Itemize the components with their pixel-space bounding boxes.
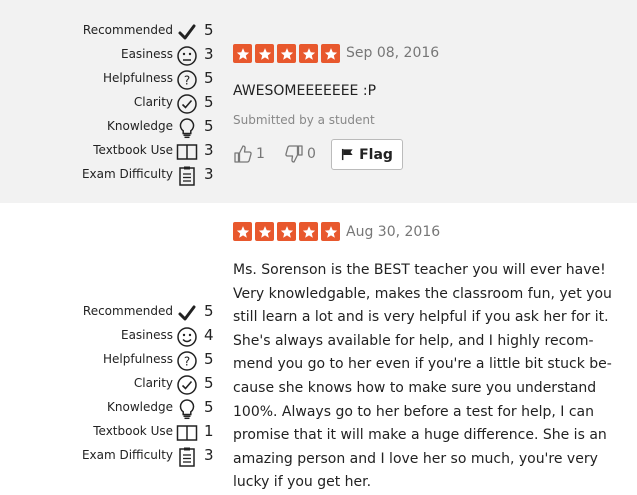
checkmark-icon: [178, 24, 196, 40]
rating-value: 1: [204, 422, 214, 440]
rating-label: Knowledge: [107, 119, 173, 133]
rating-label: Textbook Use: [93, 424, 173, 438]
rating-recommended: Recommended 5: [0, 20, 220, 44]
rating-helpfulness: Helpfulness ? 5: [0, 349, 220, 373]
rating-clarity: Clarity 5: [0, 92, 220, 116]
flag-label: Flag: [359, 146, 393, 163]
svg-text:?: ?: [184, 355, 190, 369]
rating-exam-difficulty: Exam Difficulty 3: [0, 164, 220, 188]
smiley-icon: [177, 327, 197, 347]
rating-textbook-use: Textbook Use 3: [0, 140, 220, 164]
review-card: Recommended 5 Easiness 4 Helpfulness ? 5…: [0, 203, 637, 490]
rating-clarity: Clarity 5: [0, 373, 220, 397]
rating-value: 3: [204, 165, 214, 183]
rating-exam-difficulty: Exam Difficulty 3: [0, 445, 220, 469]
thumbs-up-count: 1: [256, 146, 265, 162]
star-icon: [277, 222, 296, 241]
star-icon: [321, 222, 340, 241]
clipboard-icon: [179, 166, 195, 186]
star-icon: [233, 222, 252, 241]
thumbs-up-button[interactable]: 1: [233, 144, 265, 164]
check-circle-icon: [177, 375, 197, 395]
comment-line: Very knowledgable, makes the classroom f…: [233, 285, 612, 302]
rating-label: Easiness: [120, 47, 173, 61]
comment-line: promise that it will make a huge differe…: [233, 427, 607, 444]
thumbs-down-icon: [285, 145, 303, 163]
rating-helpfulness: Helpfulness ? 5: [0, 68, 220, 92]
rating-easiness: Easiness 3: [0, 44, 220, 68]
comment-line: still learn a lot and is very helpful if…: [233, 309, 609, 326]
star-rating: [233, 222, 340, 241]
question-circle-icon: ?: [177, 70, 197, 90]
submitted-by: Submitted by a student: [233, 113, 375, 127]
check-circle-icon: [177, 94, 197, 114]
rating-value: 5: [204, 21, 214, 39]
star-icon: [321, 44, 340, 63]
rating-value: 3: [204, 141, 214, 159]
rating-value: 5: [204, 374, 214, 392]
rating-recommended: Recommended 5: [0, 301, 220, 325]
checkmark-icon: [178, 305, 196, 321]
rating-label: Textbook Use: [93, 143, 173, 157]
rating-label: Helpfulness: [102, 71, 173, 85]
flag-button[interactable]: Flag: [331, 139, 403, 170]
rating-label: Knowledge: [107, 400, 173, 414]
rating-label: Clarity: [133, 95, 173, 109]
rating-textbook-use: Textbook Use 1: [0, 421, 220, 445]
comment-line: cause she knows how to make sure you und…: [233, 379, 597, 396]
rating-value: 5: [204, 302, 214, 320]
rating-label: Clarity: [133, 376, 173, 390]
book-icon: [176, 425, 198, 441]
star-icon: [299, 44, 318, 63]
rating-value: 5: [204, 398, 214, 416]
comment-line: Ms. Sorenson is the BEST teacher you wil…: [233, 262, 606, 278]
star-icon: [277, 44, 296, 63]
review-date: Aug 30, 2016: [346, 224, 441, 240]
rating-value: 5: [204, 93, 214, 111]
star-icon: [233, 44, 252, 63]
rating-value: 5: [204, 69, 214, 87]
rating-label: Easiness: [120, 328, 173, 342]
thumbs-down-button[interactable]: 0: [284, 144, 316, 164]
rating-label: Helpfulness: [102, 352, 173, 366]
comment-line: mend you go to her even if you're a litt…: [233, 356, 612, 373]
comment-line: amazing person and I love her so much, y…: [233, 450, 598, 467]
rating-knowledge: Knowledge 5: [0, 116, 220, 140]
rating-label: Recommended: [82, 304, 173, 318]
star-icon: [299, 222, 318, 241]
star-icon: [255, 44, 274, 63]
comment-line: 100%. Always go to her before a test for…: [233, 403, 595, 420]
book-icon: [176, 144, 198, 160]
rating-label: Exam Difficulty: [81, 167, 173, 181]
rating-value: 5: [204, 117, 214, 135]
rating-label: Exam Difficulty: [81, 448, 173, 462]
thumbs-up-icon: [234, 145, 252, 163]
flag-icon: [342, 148, 353, 161]
lightbulb-icon: [179, 399, 195, 420]
review-comment: AWESOMEEEEEEE :P: [233, 83, 377, 99]
comment-line: She's always available for help, and I h…: [233, 332, 594, 349]
svg-text:?: ?: [184, 74, 190, 88]
rating-value: 3: [204, 45, 214, 63]
lightbulb-icon: [179, 118, 195, 139]
comment-line: lucky if you get her.: [233, 474, 372, 491]
rating-label: Recommended: [82, 23, 173, 37]
clipboard-icon: [179, 447, 195, 467]
rating-value: 3: [204, 446, 214, 464]
rating-easiness: Easiness 4: [0, 325, 220, 349]
review-comment: Ms. Sorenson is the BEST teacher you wil…: [233, 259, 612, 495]
rating-value: 4: [204, 326, 214, 344]
thumbs-down-count: 0: [307, 146, 316, 162]
rating-knowledge: Knowledge 5: [0, 397, 220, 421]
neutral-face-icon: [177, 46, 197, 66]
rating-value: 5: [204, 350, 214, 368]
review-card: Recommended 5 Easiness 3 Helpfulness ? 5…: [0, 0, 637, 203]
star-rating: [233, 44, 340, 63]
question-circle-icon: ?: [177, 351, 197, 371]
review-date: Sep 08, 2016: [346, 45, 440, 61]
star-icon: [255, 222, 274, 241]
